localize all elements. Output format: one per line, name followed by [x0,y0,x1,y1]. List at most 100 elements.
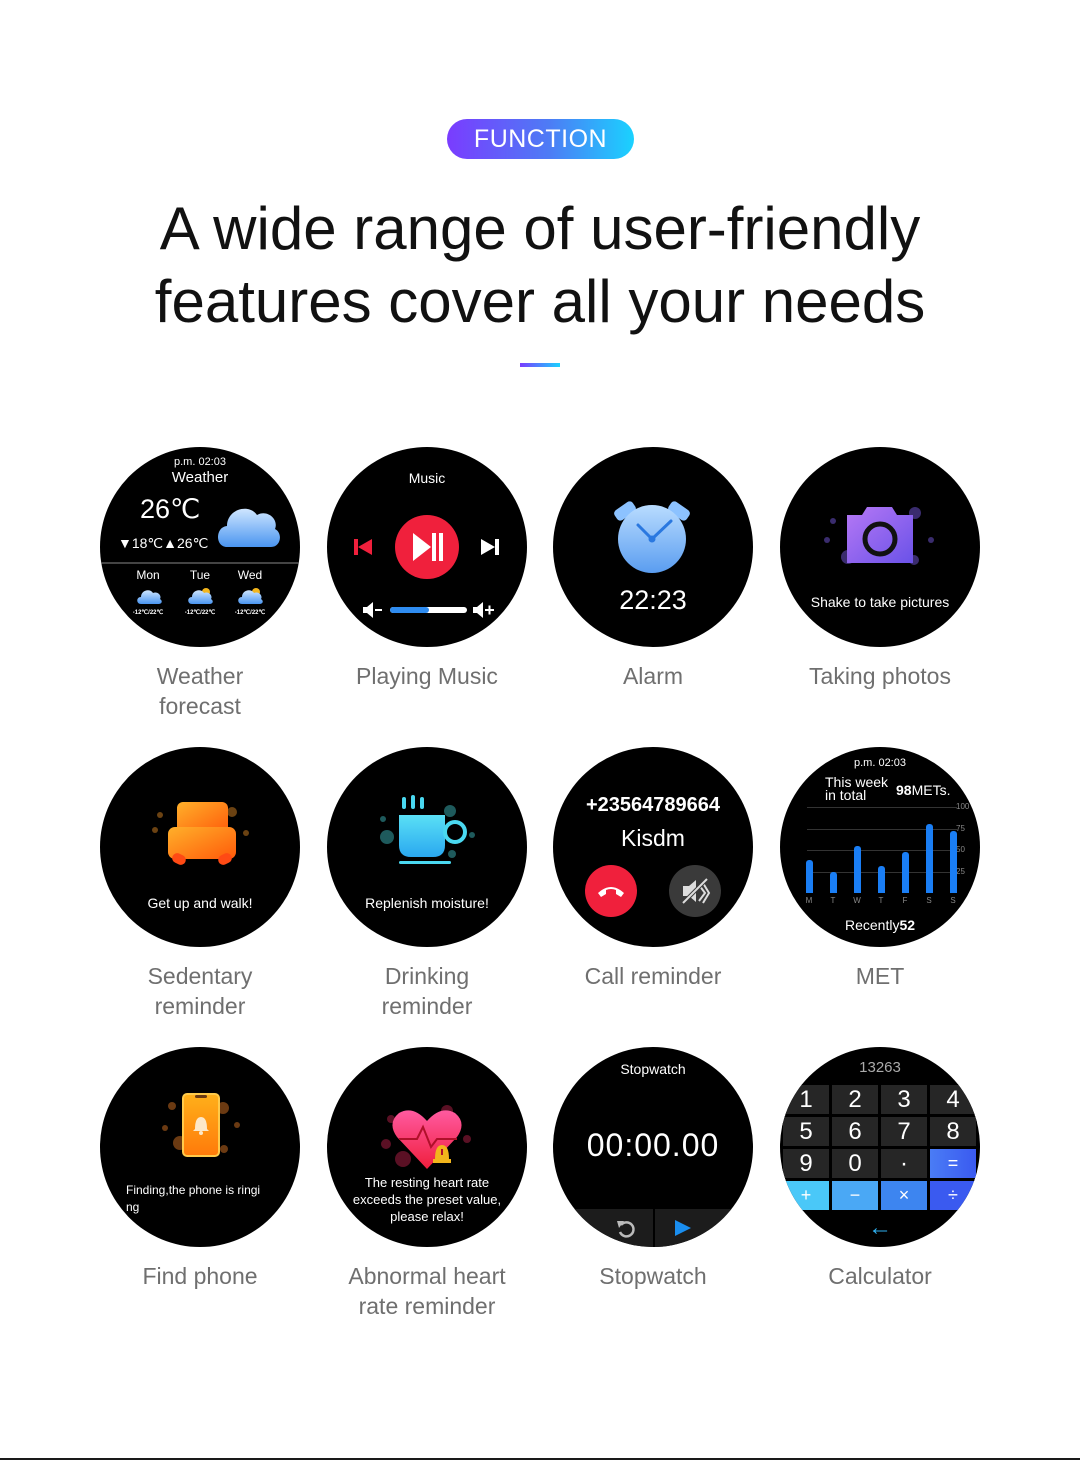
forecast-range: -12℃/22℃ [184,610,216,616]
met-bar [854,845,861,893]
forecast-day: Mon [136,568,160,582]
feature-caption: Stopwatch [599,1263,707,1289]
watch-screen-find-phone: Finding,the phone is ringi ng [100,1047,300,1247]
feature-caption: Call reminder [584,963,722,989]
watch-screen-stopwatch: Stopwatch 00:00.00 [553,1047,753,1247]
camera-icon [824,507,934,565]
hangup-button[interactable] [585,865,637,917]
met-gridline [807,850,957,851]
calculator-key[interactable]: 7 [880,1116,928,1147]
forecast-day: Tue [189,568,211,582]
phone-hangup-icon [598,887,624,897]
met-tick-label: 25 [956,866,965,876]
feature-caption: Taking photos [809,663,951,689]
feature-caption: Abnormal heart rate reminder [348,1263,506,1319]
mute-button[interactable] [669,865,721,917]
alarm-clock-icon [614,501,690,573]
calculator-key[interactable]: 2 [831,1084,879,1115]
calculator-key[interactable]: − [831,1180,879,1211]
feature-caption: Find phone [142,1263,258,1289]
feature-caption: Drinking reminder [381,963,473,1019]
partly-sunny-icon [238,588,263,604]
met-gridline [807,828,957,830]
met-tick-label: 100 [956,802,970,811]
calculator-key[interactable]: 3 [880,1084,928,1115]
headline-line-2: features cover all your needs [154,268,926,335]
armchair-icon [152,802,249,865]
calculator-key[interactable]: 0 [831,1148,879,1179]
calculator-key[interactable]: 8 [929,1116,977,1147]
feature-caption: Playing Music [356,663,498,689]
mute-icon [681,877,711,905]
screen-message: Shake to take pictures [810,594,950,610]
weather-cloud-icon [218,508,280,547]
calculator-key[interactable]: 5 [782,1116,830,1147]
weather-divider [100,562,300,564]
met-bar [878,866,885,893]
calculator-key[interactable]: 1 [782,1084,830,1115]
met-day-label: M [805,896,813,905]
play-icon[interactable] [673,1218,693,1238]
screen-title: Stopwatch [620,1061,686,1077]
previous-track-icon[interactable] [353,537,373,557]
calculator-key[interactable]: 4 [929,1084,977,1115]
feature-caption: Alarm [622,663,684,689]
alarm-time: 22:23 [619,585,687,615]
next-track-icon[interactable] [480,537,500,557]
forecast-range: -12℃/22℃ [132,610,164,616]
calculator-key[interactable]: × [880,1180,928,1211]
screen-message: The resting heart rate exceeds the preset… [352,1175,502,1224]
phone-bell-icon [162,1093,240,1157]
watch-screen-drinking: Replenish moisture! [327,747,527,947]
watch-screen-heart-rate: The resting heart rate exceeds the preset… [327,1047,527,1247]
feature-caption: Calculator [828,1263,932,1289]
feature-caption: Weather forecast [156,663,244,719]
watch-screen-weather: p.m. 02:03 Weather 26℃ ▼18℃▲26℃ Mon Tue … [100,447,300,647]
met-bar [950,831,957,893]
calculator-key[interactable]: = [929,1148,977,1179]
controls-separator [653,1209,655,1247]
forecast-range: -12℃/22℃ [234,610,266,616]
watch-screen-calculator: 13263 1 2 3 4 5 6 7 8 9 0 · = + − × ÷ ← [780,1047,980,1247]
met-gridline [807,807,957,808]
screen-message: Replenish moisture! [365,895,489,911]
calculator-backspace[interactable]: ← [780,1214,980,1242]
watch-screen-met: p.m. 02:03 This week in total 98METs. 100… [780,747,980,947]
function-badge: FUNCTION [447,119,634,159]
caller-number: +23564789664 [585,794,721,816]
met-day-label: T [830,896,836,905]
headline-line-1: A wide range of user-friendly [159,195,921,262]
screen-message: Finding,the phone is ringi ng [126,1183,261,1214]
stopwatch-time: 00:00.00 [586,1127,720,1163]
coffee-cup-icon [380,795,475,864]
cloud-icon [137,590,162,604]
watch-screen-photos: Shake to take pictures [780,447,980,647]
title-divider [520,363,560,367]
volume-down-icon[interactable] [363,602,383,618]
met-day-label: S [926,896,932,905]
calculator-key[interactable]: + [782,1180,830,1211]
partly-sunny-icon [188,588,213,604]
volume-up-icon[interactable] [473,602,495,618]
met-day-label: T [878,896,884,905]
play-pause-button[interactable] [395,515,459,579]
met-day-label: W [853,896,861,905]
met-recent: Recently52 [844,917,916,933]
music-play-pause-icon [413,533,443,561]
calculator-key[interactable]: 9 [782,1148,830,1179]
met-tick-label: 75 [956,823,965,833]
reset-icon[interactable] [615,1217,637,1239]
current-temp: 26℃ [140,494,201,524]
met-bar [926,824,933,893]
calculator-key[interactable]: · [880,1148,928,1179]
met-bar [902,851,909,893]
calculator-key[interactable]: 6 [831,1116,879,1147]
caller-name: Kisdm [621,825,685,851]
met-bar [806,860,813,893]
calculator-key[interactable]: ÷ [929,1180,977,1211]
watch-screen-call: +23564789664 Kisdm [553,747,753,947]
feature-caption: MET [855,963,905,989]
feature-caption: Sedentary reminder [147,963,253,1019]
watch-screen-sedentary: Get up and walk! [100,747,300,947]
screen-message: Get up and walk! [147,895,253,911]
